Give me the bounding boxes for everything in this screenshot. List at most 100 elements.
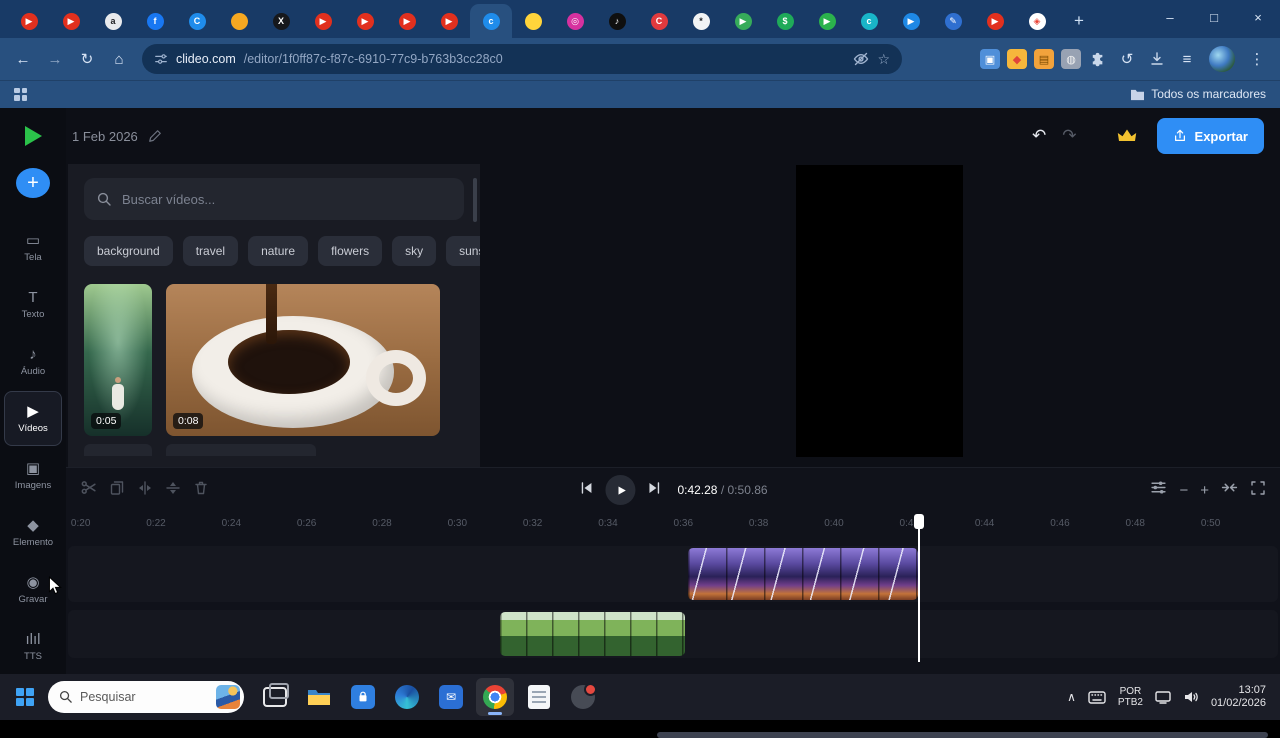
- new-tab-button[interactable]: +: [1066, 8, 1092, 34]
- video-thumbnail-coffee[interactable]: 0:08: [166, 284, 440, 436]
- clideo-logo-icon[interactable]: [24, 126, 42, 146]
- forest-video-clip[interactable]: [500, 612, 685, 656]
- timeline-ruler[interactable]: 0:20 0:22 0:24 0:26 0:28 0:30 0:32 0:34: [43, 512, 1280, 538]
- browser-tab[interactable]: $: [764, 4, 806, 38]
- sidebar-item[interactable]: ▶ Vídeos: [4, 391, 62, 446]
- browser-tab[interactable]: [512, 4, 554, 38]
- browser-tab[interactable]: ▶: [806, 4, 848, 38]
- taskbar-search-input[interactable]: [48, 681, 244, 713]
- browser-tab[interactable]: ▶: [344, 4, 386, 38]
- export-button[interactable]: Exportar: [1156, 118, 1264, 154]
- browser-tab[interactable]: f: [134, 4, 176, 38]
- start-button[interactable]: [10, 682, 40, 712]
- history-icon[interactable]: ↺: [1112, 44, 1142, 74]
- tag-chip[interactable]: nature: [248, 236, 309, 266]
- back-button[interactable]: ←: [8, 44, 38, 74]
- browser-tab[interactable]: ♪: [596, 4, 638, 38]
- taskbar-clock[interactable]: 13:07 01/02/2026: [1211, 684, 1266, 710]
- download-icon[interactable]: [1149, 51, 1165, 67]
- task-view-button[interactable]: [256, 678, 294, 716]
- address-bar[interactable]: clideo.com/editor/1f0ff87c-f87c-6910-77c…: [142, 44, 902, 74]
- playhead-handle[interactable]: [914, 514, 924, 529]
- close-button[interactable]: ×: [1236, 0, 1280, 34]
- sidebar-item[interactable]: T Texto: [4, 277, 62, 332]
- apps-grid-icon[interactable]: [14, 87, 27, 101]
- skip-end-button[interactable]: [646, 480, 662, 501]
- browser-tab[interactable]: ▶: [8, 4, 50, 38]
- browser-tab[interactable]: [218, 4, 260, 38]
- browser-tab[interactable]: a: [92, 4, 134, 38]
- tag-chip[interactable]: sky: [392, 236, 437, 266]
- browser-tab[interactable]: C: [638, 4, 680, 38]
- extension-icon[interactable]: ▤: [1034, 49, 1054, 69]
- browser-tab[interactable]: C: [176, 4, 218, 38]
- extension-icon[interactable]: ▣: [980, 49, 1000, 69]
- taskbar-search[interactable]: [48, 681, 244, 713]
- home-button[interactable]: ⌂: [104, 44, 134, 74]
- sidebar-item[interactable]: ♪ Áudio: [4, 334, 62, 389]
- tag-chip[interactable]: travel: [182, 236, 239, 266]
- zoom-in-button[interactable]: +: [1200, 483, 1209, 498]
- browser-tab[interactable]: ▶: [890, 4, 932, 38]
- undo-button[interactable]: ↶: [1032, 126, 1046, 146]
- storm-video-clip[interactable]: [688, 548, 918, 600]
- tray-chevron-icon[interactable]: ∧: [1067, 690, 1076, 704]
- browser-tab[interactable]: c: [848, 4, 890, 38]
- premium-crown-icon[interactable]: [1117, 128, 1137, 144]
- file-explorer-icon[interactable]: [300, 678, 338, 716]
- volume-icon[interactable]: [1183, 690, 1199, 704]
- browser-tab[interactable]: ▶: [722, 4, 764, 38]
- playhead[interactable]: [914, 514, 924, 662]
- panel-scrollbar[interactable]: [473, 178, 477, 222]
- browser-tab[interactable]: ▶: [428, 4, 470, 38]
- play-button[interactable]: [605, 475, 636, 505]
- browser-tab[interactable]: c: [470, 4, 512, 38]
- site-info-icon[interactable]: [154, 52, 168, 66]
- video-search-input[interactable]: [84, 178, 464, 220]
- mail-icon[interactable]: ✉: [432, 678, 470, 716]
- edge-icon[interactable]: [388, 678, 426, 716]
- flip-horizontal-icon[interactable]: [137, 480, 153, 501]
- split-scissors-icon[interactable]: [80, 479, 97, 501]
- forward-button[interactable]: →: [40, 44, 70, 74]
- extension-icon[interactable]: ◍: [1061, 49, 1081, 69]
- store-icon[interactable]: [344, 678, 382, 716]
- minimize-button[interactable]: –: [1148, 0, 1192, 34]
- sidebar-item[interactable]: ▭ Tela: [4, 220, 62, 275]
- bookmark-star-icon[interactable]: ☆: [877, 51, 890, 68]
- add-media-button[interactable]: +: [16, 168, 50, 198]
- redo-button[interactable]: ↷: [1062, 126, 1076, 146]
- browser-tab[interactable]: ▶: [974, 4, 1016, 38]
- browser-tab[interactable]: ▶: [50, 4, 92, 38]
- sidebar-item[interactable]: ılıl TTS: [4, 619, 62, 674]
- browser-tab[interactable]: ◈: [1016, 4, 1058, 38]
- video-preview-canvas[interactable]: [796, 165, 963, 457]
- gimp-icon[interactable]: [564, 678, 602, 716]
- chrome-icon[interactable]: [476, 678, 514, 716]
- sidebar-item[interactable]: ◉ Gravar: [4, 562, 62, 617]
- extension-icon[interactable]: ◆: [1007, 49, 1027, 69]
- maximize-button[interactable]: □: [1192, 0, 1236, 34]
- skip-start-button[interactable]: [578, 480, 594, 501]
- search-highlight-image[interactable]: [216, 685, 240, 709]
- reading-list-icon[interactable]: ≡: [1172, 44, 1202, 74]
- browser-tab[interactable]: ▶: [302, 4, 344, 38]
- track-settings-icon[interactable]: [1150, 479, 1167, 501]
- timeline-scrollbar[interactable]: [657, 732, 1268, 738]
- reload-button[interactable]: ↻: [72, 44, 102, 74]
- edit-pencil-icon[interactable]: [148, 129, 162, 143]
- tag-chip[interactable]: background: [84, 236, 173, 266]
- profile-avatar[interactable]: [1209, 46, 1235, 72]
- browser-tab[interactable]: X: [260, 4, 302, 38]
- browser-menu-icon[interactable]: ⋮: [1242, 44, 1272, 74]
- extensions-puzzle-icon[interactable]: [1088, 51, 1105, 68]
- touch-keyboard-icon[interactable]: [1088, 690, 1106, 704]
- display-cast-icon[interactable]: [1155, 690, 1171, 704]
- fullscreen-icon[interactable]: [1250, 480, 1266, 501]
- flip-vertical-icon[interactable]: [165, 480, 181, 501]
- language-indicator[interactable]: POR PTB2: [1118, 686, 1143, 708]
- sidebar-item[interactable]: ▣ Imagens: [4, 448, 62, 503]
- project-date[interactable]: 1 Feb 2026: [72, 129, 138, 144]
- all-bookmarks-button[interactable]: Todos os marcadores: [1130, 87, 1266, 101]
- browser-tab[interactable]: *: [680, 4, 722, 38]
